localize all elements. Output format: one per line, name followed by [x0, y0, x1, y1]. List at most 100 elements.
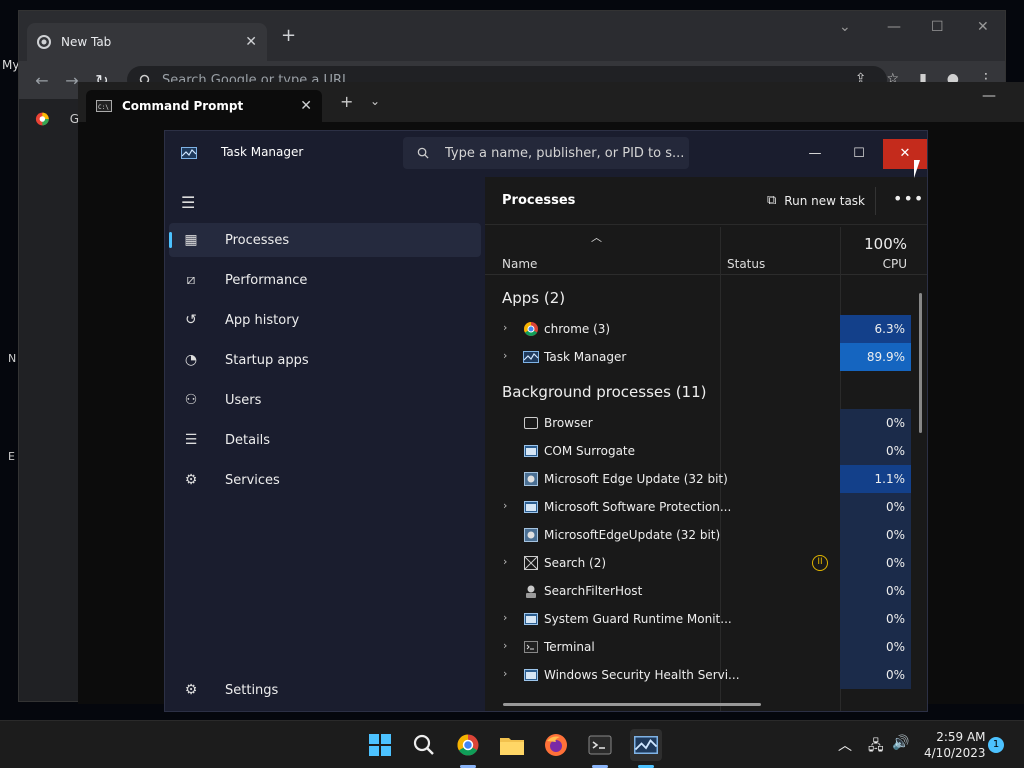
chevron-right-icon[interactable]: › — [503, 321, 507, 334]
chevron-down-icon[interactable]: ⌄ — [370, 94, 380, 108]
column-header-cpu[interactable]: CPU — [883, 257, 907, 271]
performance-icon: ⧄ — [186, 272, 196, 288]
chevron-right-icon[interactable]: › — [503, 611, 507, 624]
process-search-placeholder: Type a name, publisher, or PID to s... — [445, 145, 685, 161]
table-row[interactable]: › Task Manager 89.9% — [485, 343, 911, 371]
horizontal-scrollbar[interactable] — [503, 703, 761, 706]
process-cpu: 0% — [840, 409, 911, 437]
process-name: Microsoft Software Protection... — [544, 500, 732, 514]
sidebar-item-details[interactable]: ☰ Details — [169, 423, 481, 457]
terminal-tab-strip: C:\ Command Prompt ✕ + ⌄ — — [78, 82, 1024, 122]
taskbar-task-manager-button[interactable] — [630, 729, 662, 761]
notification-badge[interactable]: 1 — [988, 737, 1004, 753]
chrome-icon — [457, 734, 479, 756]
table-row[interactable]: › Microsoft Software Protection... 0% — [485, 493, 911, 521]
chevron-right-icon[interactable]: › — [503, 667, 507, 680]
sidebar-item-performance[interactable]: ⧄ Performance — [169, 263, 481, 297]
network-icon[interactable]: 🖧 — [868, 735, 884, 759]
processes-icon: ▦ — [184, 232, 198, 248]
taskbar-firefox-button[interactable] — [542, 731, 570, 759]
chevron-down-icon[interactable]: ⌄ — [839, 19, 851, 35]
table-row[interactable]: MicrosoftEdgeUpdate (32 bit) 0% — [485, 521, 911, 549]
close-button[interactable]: ✕ — [883, 139, 927, 169]
chevron-right-icon[interactable]: › — [503, 349, 507, 362]
chrome-tab-title: New Tab — [61, 35, 112, 49]
cpu-total-percent[interactable]: 100% — [864, 235, 907, 253]
processes-header: Processes ⧉ Run new task ••• — [485, 177, 927, 225]
minimize-icon[interactable]: — — [887, 19, 901, 35]
new-tab-icon[interactable]: + — [340, 92, 353, 111]
process-name: Terminal — [544, 640, 595, 654]
cmd-icon: C:\ — [96, 100, 112, 112]
suspended-status-icon: II — [812, 555, 828, 571]
close-icon[interactable]: ✕ — [977, 19, 989, 35]
vertical-scrollbar[interactable] — [919, 293, 922, 433]
group-header-background: Background processes (11) — [502, 383, 707, 401]
back-icon[interactable]: ← — [27, 71, 57, 90]
google-icon[interactable] — [35, 111, 50, 127]
sidebar-item-settings[interactable]: ⚙ Settings — [169, 673, 481, 707]
table-row[interactable]: › chrome (3) 6.3% — [485, 315, 911, 343]
process-name: Task Manager — [544, 350, 627, 364]
chrome-tab-new-tab[interactable]: New Tab ✕ — [27, 23, 267, 61]
sidebar-item-app-history[interactable]: ↺ App history — [169, 303, 481, 337]
column-headers: ︿ Name Status 100% CPU — [485, 227, 927, 275]
table-row[interactable]: Microsoft Edge Update (32 bit) 1.1% — [485, 465, 911, 493]
task-manager-window: Task Manager Type a name, publisher, or … — [164, 130, 928, 712]
show-hidden-icons-chevron-up-icon[interactable]: ︿ — [838, 735, 852, 755]
column-header-name[interactable]: Name — [502, 257, 537, 271]
search-icon — [417, 147, 429, 159]
desktop-side-label: N — [8, 352, 17, 365]
table-row[interactable]: › Windows Security Health Servi... 0% — [485, 661, 911, 689]
sort-ascending-icon: ︿ — [591, 231, 602, 244]
close-tab-icon[interactable]: ✕ — [245, 34, 257, 50]
maximize-icon[interactable]: ☐ — [931, 19, 944, 35]
sidebar-item-services[interactable]: ⚙ Services — [169, 463, 481, 497]
table-row[interactable]: SearchFilterHost 0% — [485, 577, 911, 605]
terminal-tab-command-prompt[interactable]: C:\ Command Prompt ✕ — [86, 90, 322, 122]
settings-gear-icon: ⚙ — [184, 682, 198, 698]
table-row[interactable]: › System Guard Runtime Monit... 0% — [485, 605, 911, 633]
new-tab-icon[interactable]: + — [281, 25, 296, 46]
group-header-apps: Apps (2) — [502, 289, 566, 307]
table-row[interactable]: › Terminal 0% — [485, 633, 911, 661]
task-manager-logo-icon — [181, 147, 197, 159]
start-button[interactable] — [366, 731, 394, 759]
table-row[interactable]: › Search (2) II 0% — [485, 549, 911, 577]
task-manager-titlebar: Task Manager Type a name, publisher, or … — [165, 131, 927, 177]
taskbar-file-explorer-button[interactable] — [498, 731, 526, 759]
sidebar-item-startup-apps[interactable]: ◔ Startup apps — [169, 343, 481, 377]
system-clock[interactable]: 2:59 AM 4/10/2023 — [924, 729, 986, 761]
run-new-task-button[interactable]: ⧉ Run new task — [767, 193, 865, 208]
table-row[interactable]: Browser 0% — [485, 409, 911, 437]
volume-icon[interactable]: 🔊 — [892, 735, 909, 751]
taskbar-search-button[interactable] — [410, 731, 438, 759]
process-cpu: 0% — [840, 605, 911, 633]
chevron-right-icon[interactable]: › — [503, 639, 507, 652]
table-row[interactable]: COM Surrogate 0% — [485, 437, 911, 465]
chevron-right-icon[interactable]: › — [503, 555, 507, 568]
bookmark-row: G — [19, 99, 79, 139]
process-search-input[interactable]: Type a name, publisher, or PID to s... — [403, 137, 689, 169]
process-name: System Guard Runtime Monit... — [544, 612, 732, 626]
edge-update-icon — [524, 472, 538, 486]
close-tab-icon[interactable]: ✕ — [300, 98, 312, 114]
startup-apps-icon: ◔ — [184, 352, 198, 368]
sidebar-item-processes[interactable]: ▦ Processes — [169, 223, 481, 257]
hamburger-menu-icon[interactable]: ☰ — [181, 193, 195, 212]
more-options-icon[interactable]: ••• — [893, 189, 924, 208]
minimize-icon[interactable]: — — [793, 139, 837, 169]
taskbar-terminal-button[interactable] — [586, 731, 614, 759]
chevron-right-icon[interactable]: › — [503, 499, 507, 512]
column-header-status[interactable]: Status — [727, 257, 765, 271]
sidebar-item-label: Details — [225, 432, 271, 448]
chrome-tab-favicon-icon — [37, 35, 51, 49]
taskbar-chrome-button[interactable] — [454, 731, 482, 759]
maximize-icon[interactable]: ☐ — [837, 139, 881, 169]
mouse-cursor-icon — [914, 160, 920, 178]
minimize-icon[interactable]: — — [982, 88, 996, 104]
sidebar-item-users[interactable]: ⚇ Users — [169, 383, 481, 417]
run-task-icon: ⧉ — [767, 193, 777, 208]
process-cpu: 0% — [840, 577, 911, 605]
process-cpu: 0% — [840, 661, 911, 689]
